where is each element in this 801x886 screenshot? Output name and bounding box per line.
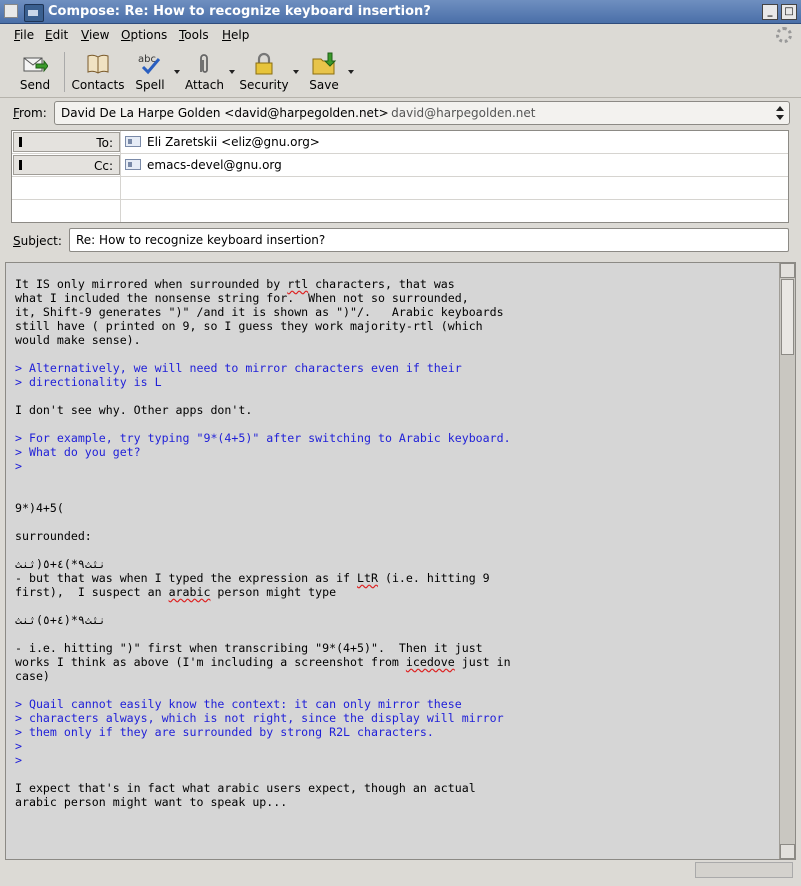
attach-dropdown-arrow[interactable] <box>229 70 235 74</box>
from-identity: - david@harpegolden.net <box>383 106 536 120</box>
paperclip-icon <box>200 54 208 73</box>
updown-arrow-icon <box>776 106 784 120</box>
status-progress <box>695 862 793 878</box>
message-body-editor[interactable]: It IS only mirrored when surrounded by r… <box>5 262 796 860</box>
title-bar: Compose: Re: How to recognize keyboard i… <box>0 0 801 24</box>
recipient-type-cell <box>12 200 121 222</box>
menu-bar: File Edit View Options Tools Help <box>0 24 801 46</box>
toolbar-separator <box>64 52 65 92</box>
throbber-icon <box>776 27 792 43</box>
security-dropdown-arrow[interactable] <box>293 70 299 74</box>
pin-icon <box>19 160 22 170</box>
menu-help[interactable]: Help <box>222 28 249 42</box>
recipient-row-cc: Cc: emacs-devel@gnu.org <box>12 154 788 177</box>
attach-button[interactable]: Attach <box>185 48 224 96</box>
recipient-type-button[interactable]: Cc: <box>13 155 120 175</box>
pin-icon <box>19 137 22 147</box>
minimize-icon[interactable]: _ <box>762 4 778 20</box>
subject-input[interactable]: Re: How to recognize keyboard insertion? <box>69 228 789 252</box>
contact-card-icon <box>125 159 141 170</box>
menu-view[interactable]: View <box>81 28 109 42</box>
recipient-type-cell <box>12 177 121 199</box>
lock-icon <box>255 52 273 75</box>
status-bar <box>0 862 801 886</box>
message-body-text[interactable]: It IS only mirrored when surrounded by r… <box>15 277 775 809</box>
svg-text:abc: abc <box>138 54 156 65</box>
toolbar: Send Contacts abc Spell Attach Security … <box>0 46 801 98</box>
spell-dropdown-arrow[interactable] <box>174 70 180 74</box>
menu-tools[interactable]: Tools <box>179 28 209 42</box>
recipient-row-to: To: Eli Zaretskii <eliz@gnu.org> <box>12 131 788 154</box>
from-value: David De La Harpe Golden <david@harpegol… <box>61 106 389 120</box>
recipient-row-empty[interactable] <box>12 200 788 222</box>
maximize-icon[interactable]: □ <box>781 4 797 20</box>
recipients-list: To: Eli Zaretskii <eliz@gnu.org> Cc: ema… <box>11 130 789 223</box>
scroll-down-icon[interactable] <box>780 844 795 859</box>
window-title: Compose: Re: How to recognize keyboard i… <box>48 4 431 19</box>
address-book-icon <box>87 54 109 74</box>
recipient-row-empty[interactable] <box>12 177 788 200</box>
from-label: From: <box>13 106 47 120</box>
save-button[interactable]: Save <box>306 48 342 96</box>
subject-label: Subject: <box>13 234 62 248</box>
window-menu-icon[interactable] <box>4 4 18 18</box>
menu-file[interactable]: File <box>14 28 34 42</box>
spellcheck-icon: abc <box>138 54 161 75</box>
menu-options[interactable]: Options <box>121 28 167 42</box>
save-folder-icon <box>312 52 337 75</box>
menu-edit[interactable]: Edit <box>45 28 68 42</box>
recipient-address[interactable]: Eli Zaretskii <eliz@gnu.org> <box>147 135 320 149</box>
contact-card-icon <box>125 136 141 147</box>
scroll-thumb[interactable] <box>781 279 794 355</box>
security-button[interactable]: Security <box>238 48 290 96</box>
scroll-up-icon[interactable] <box>780 263 795 278</box>
send-button[interactable]: Send <box>12 48 58 96</box>
send-icon <box>23 57 48 73</box>
spell-button[interactable]: abc Spell <box>132 48 168 96</box>
contacts-button[interactable]: Contacts <box>70 48 126 96</box>
vertical-scrollbar[interactable] <box>779 263 795 859</box>
recipient-type-button[interactable]: To: <box>13 132 120 152</box>
from-select[interactable]: David De La Harpe Golden <david@harpegol… <box>54 101 790 125</box>
recipient-address[interactable]: emacs-devel@gnu.org <box>147 158 282 172</box>
save-dropdown-arrow[interactable] <box>348 70 354 74</box>
compose-app-icon <box>24 4 44 22</box>
